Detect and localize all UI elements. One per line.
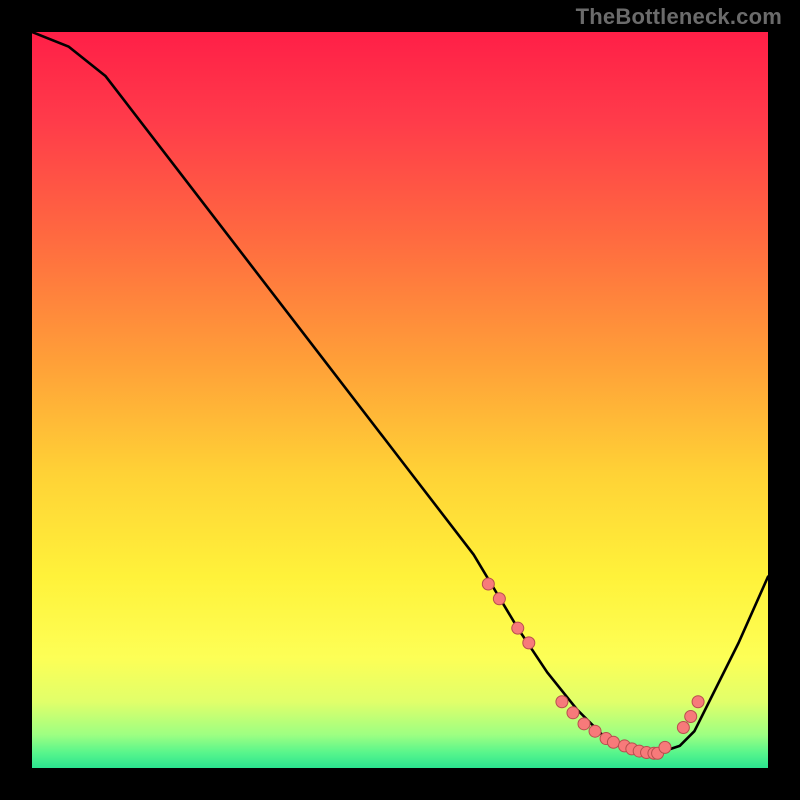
highlight-dot [692,696,704,708]
chart-svg [32,32,768,768]
highlight-dot [578,718,590,730]
highlight-dot [659,741,671,753]
gradient-background [32,32,768,768]
highlight-dot [556,696,568,708]
highlight-dot [567,707,579,719]
highlight-dot [677,722,689,734]
highlight-dot [523,637,535,649]
highlight-dot [607,736,619,748]
highlight-dot [685,710,697,722]
plot-area [32,32,768,768]
highlight-dot [493,593,505,605]
watermark-text: TheBottleneck.com [576,4,782,30]
chart-container: TheBottleneck.com [0,0,800,800]
highlight-dot [482,578,494,590]
highlight-dot [589,725,601,737]
highlight-dot [512,622,524,634]
